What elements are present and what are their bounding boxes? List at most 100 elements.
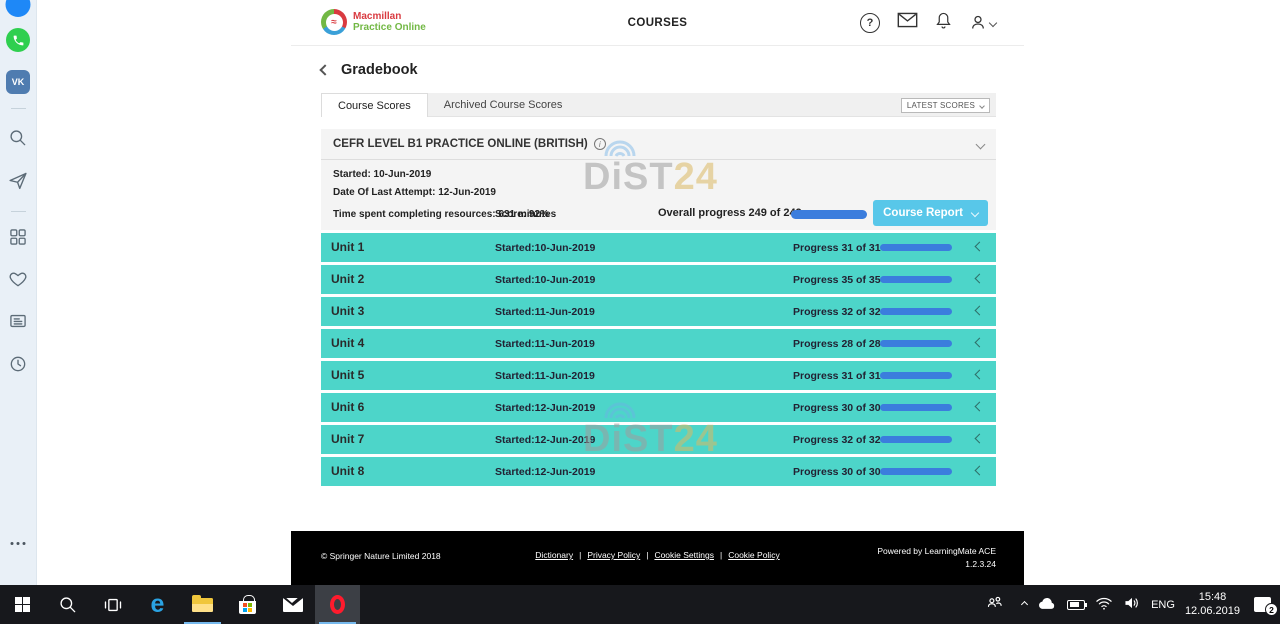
unit-name: Unit 6 [331, 400, 364, 414]
unit-row[interactable]: Unit 4 Started:11-Jun-2019 Progress 28 o… [321, 329, 996, 358]
opera-sidebar: VK [0, 0, 37, 585]
unit-progress-label: Progress 31 of 31 [793, 242, 881, 254]
bookmarks-heart-icon[interactable] [8, 269, 28, 289]
course-report-button[interactable]: Course Report [873, 200, 988, 226]
course-last-attempt: Date Of Last Attempt: 12-Jun-2019 [333, 187, 496, 198]
latest-scores-dropdown[interactable]: LATEST SCORES [901, 98, 990, 113]
whatsapp-icon[interactable] [6, 28, 30, 52]
unit-row[interactable]: Unit 8 Started:12-Jun-2019 Progress 30 o… [321, 457, 996, 486]
tab-archived-course-scores[interactable]: Archived Course Scores [428, 93, 579, 117]
start-button[interactable] [0, 585, 45, 624]
link-cookie-policy[interactable]: Cookie Policy [728, 550, 780, 560]
unit-progress-bar [880, 340, 952, 347]
link-separator: | [579, 550, 581, 560]
mail-icon[interactable] [897, 12, 918, 33]
unit-progress-bar [880, 308, 952, 315]
macmillan-logo[interactable]: Macmillan Practice Online [321, 9, 426, 35]
action-center-icon[interactable]: 2 [1254, 597, 1271, 612]
mpo-page: Macmillan Practice Online COURSES [291, 0, 1024, 585]
logo-line1: Macmillan [353, 11, 426, 22]
task-view-icon[interactable] [90, 585, 135, 624]
chevron-down-icon [971, 209, 979, 217]
unit-started: Started:11-Jun-2019 [495, 306, 595, 318]
edge-icon[interactable] [135, 585, 180, 624]
chevron-down-icon[interactable] [976, 139, 986, 149]
unit-progress-bar [880, 468, 952, 475]
chevron-left-icon[interactable] [975, 466, 985, 476]
unit-row[interactable]: Unit 3 Started:11-Jun-2019 Progress 32 o… [321, 297, 996, 326]
nav-courses[interactable]: COURSES [628, 17, 688, 29]
unit-progress-label: Progress 32 of 32 [793, 306, 881, 318]
chevron-left-icon[interactable] [975, 306, 985, 316]
help-icon[interactable] [860, 13, 880, 33]
unit-started: Started:10-Jun-2019 [495, 242, 595, 254]
unit-progress-bar [880, 244, 952, 251]
unit-started: Started:12-Jun-2019 [495, 402, 595, 414]
people-icon[interactable] [985, 594, 1004, 615]
unit-started: Started:11-Jun-2019 [495, 338, 595, 350]
my-flow-send-icon[interactable] [8, 170, 29, 191]
logo-line2: Practice Online [353, 22, 426, 33]
back-chevron-icon[interactable] [319, 64, 330, 75]
search-icon[interactable] [8, 128, 28, 148]
sidebar-divider [11, 108, 26, 109]
opera-icon[interactable] [315, 585, 360, 624]
language-indicator[interactable]: ENG [1151, 599, 1175, 611]
windows-logo-icon [15, 597, 31, 613]
wifi-icon[interactable] [1095, 596, 1113, 614]
unit-progress-label: Progress 31 of 31 [793, 370, 881, 382]
link-dictionary[interactable]: Dictionary [535, 550, 573, 560]
overall-progress-label: Overall progress 249 of 249 [658, 207, 802, 219]
link-cookie-settings[interactable]: Cookie Settings [654, 550, 714, 560]
mail-app-icon[interactable] [270, 585, 315, 624]
unit-progress-label: Progress 30 of 30 [793, 466, 881, 478]
sidebar-more-icon[interactable] [11, 542, 26, 545]
unit-row[interactable]: Unit 1 Started:10-Jun-2019 Progress 31 o… [321, 233, 996, 262]
file-explorer-icon[interactable] [180, 585, 225, 624]
info-icon[interactable] [594, 138, 606, 150]
onedrive-cloud-icon[interactable] [1037, 596, 1057, 613]
course-score: Score: 92% [495, 209, 549, 220]
chevron-left-icon[interactable] [975, 242, 985, 252]
notifications-bell-icon[interactable] [935, 11, 952, 35]
hidden-icons-chevron[interactable] [1021, 601, 1028, 608]
history-clock-icon[interactable] [8, 354, 28, 374]
chevron-left-icon[interactable] [975, 370, 985, 380]
unit-row[interactable]: Unit 6 Started:12-Jun-2019 Progress 30 o… [321, 393, 996, 422]
version: 1.2.3.24 [877, 558, 996, 571]
tab-course-scores[interactable]: Course Scores [321, 93, 428, 117]
chevron-left-icon[interactable] [975, 274, 985, 284]
copyright: © Springer Nature Limited 2018 [321, 551, 441, 561]
unit-row[interactable]: Unit 7 Started:12-Jun-2019 Progress 32 o… [321, 425, 996, 454]
news-icon[interactable] [8, 311, 28, 331]
course-panel-header[interactable]: CEFR LEVEL B1 PRACTICE ONLINE (BRITISH) [321, 129, 996, 160]
vk-icon[interactable]: VK [6, 70, 30, 94]
page-footer: © Springer Nature Limited 2018 Dictionar… [291, 531, 1024, 585]
volume-icon[interactable] [1123, 595, 1141, 614]
powered-by: Powered by LearningMate ACE [877, 545, 996, 558]
unit-progress-label: Progress 30 of 30 [793, 402, 881, 414]
unit-progress-bar [880, 436, 952, 443]
course-panel: CEFR LEVEL B1 PRACTICE ONLINE (BRITISH) … [321, 129, 996, 230]
link-separator: | [646, 550, 648, 560]
chevron-left-icon[interactable] [975, 402, 985, 412]
unit-started: Started:12-Jun-2019 [495, 434, 595, 446]
account-menu[interactable] [969, 13, 996, 32]
unit-row[interactable]: Unit 5 Started:11-Jun-2019 Progress 31 o… [321, 361, 996, 390]
link-privacy-policy[interactable]: Privacy Policy [587, 550, 640, 560]
unit-row[interactable]: Unit 2 Started:10-Jun-2019 Progress 35 o… [321, 265, 996, 294]
messenger-icon[interactable] [6, 0, 31, 17]
unit-progress-bar [880, 276, 952, 283]
taskbar-search-icon[interactable] [45, 585, 90, 624]
unit-name: Unit 4 [331, 336, 364, 350]
unit-name: Unit 7 [331, 432, 364, 446]
speed-dial-grid-icon[interactable] [8, 227, 28, 247]
clock[interactable]: 15:48 12.06.2019 [1185, 591, 1240, 618]
chevron-left-icon[interactable] [975, 434, 985, 444]
course-started: Started: 10-Jun-2019 [333, 169, 431, 180]
site-header: Macmillan Practice Online COURSES [291, 0, 1024, 46]
microsoft-store-icon[interactable] [225, 585, 270, 624]
chevron-left-icon[interactable] [975, 338, 985, 348]
battery-icon[interactable] [1067, 600, 1085, 610]
macmillan-logo-icon [321, 9, 347, 35]
